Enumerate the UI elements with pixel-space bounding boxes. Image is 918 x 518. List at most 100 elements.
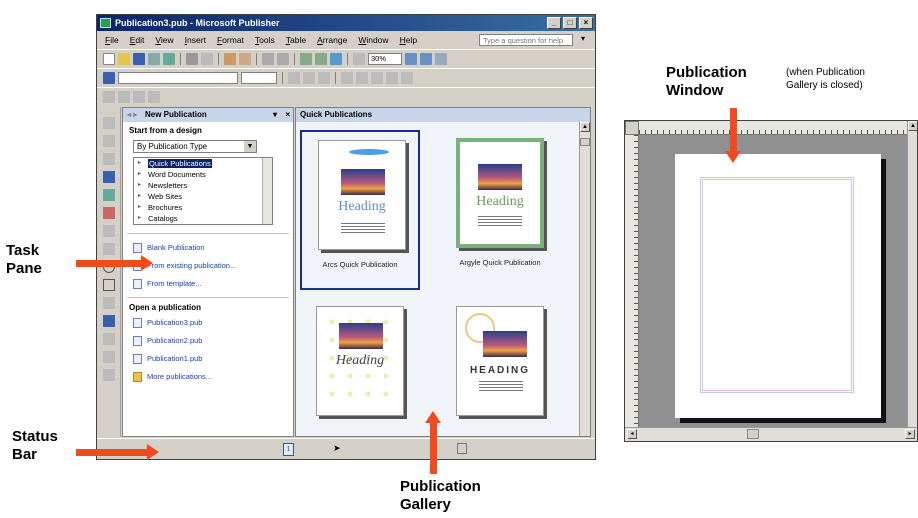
scroll-right-icon[interactable]: ▸: [905, 429, 915, 439]
redo-icon[interactable]: [277, 52, 289, 65]
close-button[interactable]: ×: [579, 17, 593, 29]
menu-insert[interactable]: Insert: [185, 35, 206, 45]
previous-frame-icon[interactable]: [133, 90, 145, 103]
font-size-select[interactable]: [241, 71, 277, 84]
recent-file-publication3[interactable]: Publication3.pub: [123, 314, 293, 332]
undo-icon[interactable]: [262, 52, 274, 65]
list-item-brochures[interactable]: Brochures: [134, 202, 272, 213]
gallery-scrollbar[interactable]: ▲: [579, 122, 590, 436]
format-painter-icon[interactable]: [239, 52, 251, 65]
underline-icon[interactable]: [318, 71, 330, 84]
copy-icon[interactable]: [224, 52, 236, 65]
form-control-icon[interactable]: [102, 333, 115, 345]
zoom-out-icon[interactable]: [405, 52, 417, 65]
list-item-quick-publications[interactable]: Quick Publications: [134, 158, 272, 169]
columns-icon[interactable]: [353, 52, 365, 65]
menu-tools[interactable]: Tools: [255, 35, 275, 45]
list-scrollbar[interactable]: [262, 158, 272, 224]
scroll-thumb[interactable]: [747, 429, 759, 439]
html-code-icon[interactable]: [102, 351, 115, 363]
menu-edit[interactable]: Edit: [130, 35, 145, 45]
next-frame-icon[interactable]: [148, 90, 160, 103]
email-icon[interactable]: [163, 52, 175, 65]
task-pane-close-button[interactable]: ×: [285, 108, 290, 122]
horizontal-ruler[interactable]: [639, 121, 907, 135]
connect-frames-icon[interactable]: [103, 90, 115, 103]
zoom-select[interactable]: 30%: [368, 52, 402, 65]
scroll-up-icon[interactable]: ▲: [580, 122, 590, 132]
text-box-icon[interactable]: [102, 135, 115, 147]
chevron-down-icon[interactable]: ▼: [244, 141, 256, 152]
bullets-icon[interactable]: [356, 71, 368, 84]
pointer-icon[interactable]: [102, 117, 115, 129]
recent-file-publication1[interactable]: Publication1.pub: [123, 350, 293, 368]
wordart-icon[interactable]: [102, 171, 115, 183]
gallery-thumb-argyle[interactable]: Heading Argyle Quick Publication: [440, 130, 560, 290]
scroll-thumb[interactable]: [580, 138, 590, 146]
italic-icon[interactable]: [303, 71, 315, 84]
gallery-thumb-floral[interactable]: Heading: [300, 298, 420, 436]
table-icon[interactable]: [102, 153, 115, 165]
autoshapes-icon[interactable]: [102, 297, 115, 309]
from-template-link[interactable]: From template...: [123, 275, 293, 293]
design-type-select[interactable]: By Publication Type ▼: [133, 140, 257, 153]
page-navigation-icon[interactable]: 1: [283, 443, 294, 456]
save-icon[interactable]: [133, 52, 145, 65]
menu-table[interactable]: Table: [286, 35, 306, 45]
minimize-button[interactable]: _: [547, 17, 561, 29]
publication-page[interactable]: [675, 154, 881, 418]
menu-format[interactable]: Format: [217, 35, 244, 45]
vertical-ruler[interactable]: [625, 135, 639, 427]
menu-help[interactable]: Help: [400, 35, 417, 45]
print-icon[interactable]: [186, 52, 198, 65]
menu-arrange[interactable]: Arrange: [317, 35, 347, 45]
insert-hyperlink-icon[interactable]: [330, 52, 342, 65]
menu-view[interactable]: View: [155, 35, 173, 45]
spelling-icon[interactable]: [201, 52, 213, 65]
list-item-web-sites[interactable]: Web Sites: [134, 191, 272, 202]
scroll-up-icon[interactable]: ▲: [908, 121, 917, 131]
menu-window[interactable]: Window: [358, 35, 388, 45]
help-search-input[interactable]: Type a question for help: [479, 34, 573, 46]
align-icon[interactable]: [341, 71, 353, 84]
arrange-icon[interactable]: [300, 52, 312, 65]
disconnect-frames-icon[interactable]: [118, 90, 130, 103]
styles-icon[interactable]: [103, 71, 115, 84]
design-gallery-icon[interactable]: [102, 369, 115, 381]
horizontal-scrollbar[interactable]: ◂ ▸: [625, 427, 917, 441]
menu-file[interactable]: File: [105, 35, 119, 45]
gallery-thumb-arcs[interactable]: Heading Arcs Quick Publication: [300, 130, 420, 290]
scroll-left-icon[interactable]: ◂: [627, 429, 637, 439]
maximize-button[interactable]: □: [563, 17, 577, 29]
rotate-icon[interactable]: [315, 52, 327, 65]
open-icon[interactable]: [118, 52, 130, 65]
help-icon[interactable]: [435, 52, 447, 65]
font-color-icon[interactable]: [386, 71, 398, 84]
new-icon[interactable]: [103, 52, 115, 65]
arrow-icon[interactable]: [102, 243, 115, 255]
vertical-scrollbar[interactable]: ▲: [907, 121, 917, 427]
search-icon[interactable]: [148, 52, 160, 65]
list-item-catalogs[interactable]: Catalogs: [134, 213, 272, 224]
font-name-select[interactable]: [118, 71, 238, 84]
line-icon[interactable]: [102, 225, 115, 237]
recent-file-publication2[interactable]: Publication2.pub: [123, 332, 293, 350]
clip-art-icon[interactable]: [102, 207, 115, 219]
bold-icon[interactable]: [288, 71, 300, 84]
font-grow-icon[interactable]: [371, 71, 383, 84]
task-pane-nav-icon[interactable]: ◂ ▸: [127, 108, 137, 122]
rectangle-icon[interactable]: [102, 279, 115, 291]
help-dropdown-icon[interactable]: ▾: [581, 34, 585, 43]
thumbnail-page: HEADING: [456, 306, 544, 416]
more-publications-link[interactable]: More publications...: [123, 368, 293, 386]
picture-icon[interactable]: [102, 189, 115, 201]
list-item-word-documents[interactable]: Word Documents: [134, 169, 272, 180]
start-from-design-heading: Start from a design: [129, 126, 202, 135]
zoom-in-icon[interactable]: [420, 52, 432, 65]
publisher-app-icon: [100, 18, 111, 28]
gallery-thumb-heading[interactable]: HEADING: [440, 298, 560, 436]
task-pane-menu-icon[interactable]: ▾: [273, 108, 277, 122]
fill-color-icon[interactable]: [401, 71, 413, 84]
hot-spot-icon[interactable]: [102, 315, 115, 327]
list-item-newsletters[interactable]: Newsletters: [134, 180, 272, 191]
